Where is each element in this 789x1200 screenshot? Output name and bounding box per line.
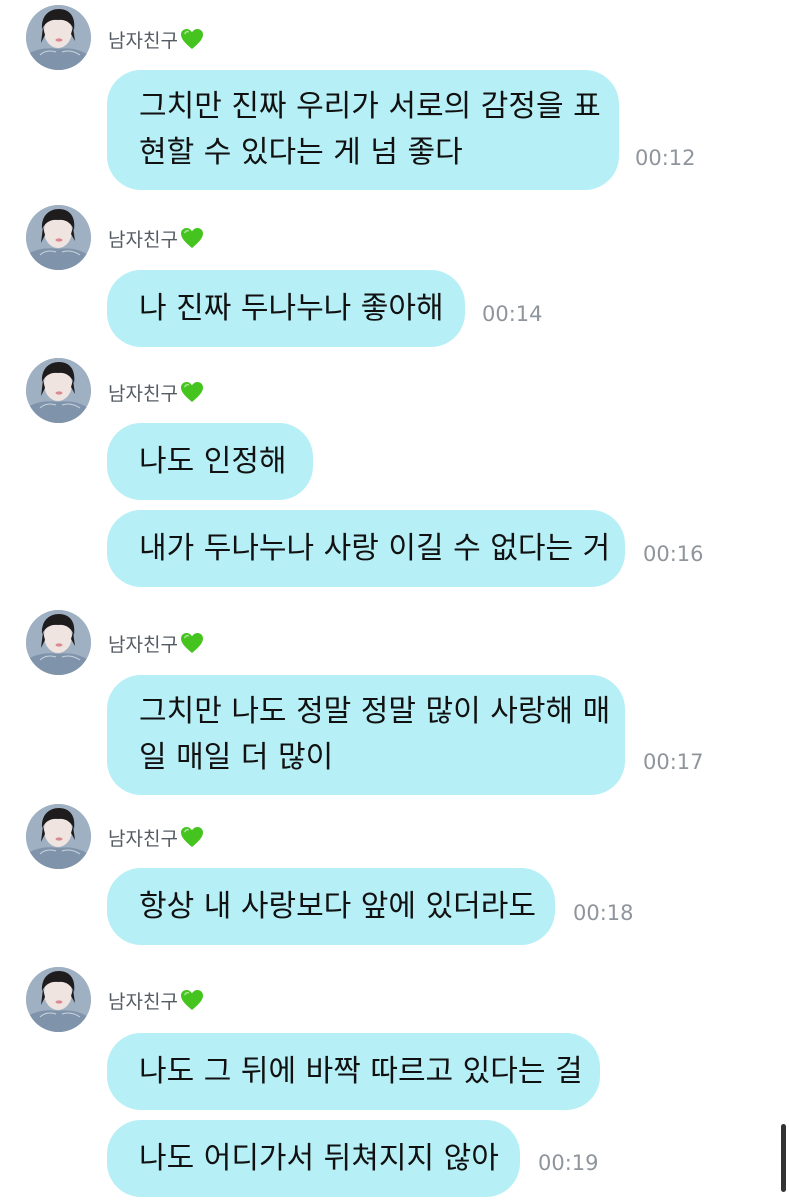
message-time: 00:12	[635, 146, 696, 170]
message-time: 00:17	[643, 750, 704, 774]
message-bubble[interactable]: 내가 두나누나 사랑 이길 수 없다는 거	[107, 510, 625, 587]
message-text: 내가 두나누나 사랑 이길 수 없다는 거	[139, 530, 611, 566]
avatar[interactable]	[26, 610, 91, 675]
message-bubble[interactable]: 나도 인정해	[107, 423, 313, 500]
message-bubble[interactable]: 나도 그 뒤에 바짝 따르고 있다는 걸	[107, 1033, 600, 1110]
sender-name-label: 남자친구	[108, 382, 178, 405]
message-time: 00:19	[538, 1151, 599, 1175]
sender-name-label: 남자친구	[108, 633, 178, 656]
green-heart-icon	[180, 826, 204, 848]
green-heart-icon	[180, 28, 204, 50]
green-heart-icon	[180, 381, 204, 403]
avatar[interactable]	[26, 804, 91, 869]
message-bubble[interactable]: 나도 어디가서 뒤쳐지지 않아	[107, 1120, 520, 1197]
green-heart-icon	[180, 989, 204, 1011]
sender-name-label: 남자친구	[108, 827, 178, 850]
sender-name-label: 남자친구	[108, 29, 178, 52]
message-time: 00:16	[643, 542, 704, 566]
message-text: 항상 내 사랑보다 앞에 있더라도	[139, 888, 536, 924]
scrollbar[interactable]	[781, 1124, 786, 1192]
message-time: 00:14	[482, 302, 543, 326]
sender-name: 남자친구	[108, 824, 204, 850]
sender-name: 남자친구	[108, 630, 204, 656]
avatar[interactable]	[26, 967, 91, 1032]
message-text: 그치만 진짜 우리가 서로의 감정을 표	[139, 89, 601, 124]
avatar[interactable]	[26, 205, 91, 270]
message-text: 현할 수 있다는 게 넘 좋다	[139, 135, 463, 170]
sender-name: 남자친구	[108, 26, 204, 52]
message-time: 00:18	[573, 901, 634, 925]
message-text: 나도 어디가서 뒤쳐지지 않아	[139, 1140, 499, 1176]
sender-name-label: 남자친구	[108, 990, 178, 1013]
avatar[interactable]	[26, 5, 91, 70]
sender-name-label: 남자친구	[108, 228, 178, 251]
message-text: 나 진짜 두나누나 좋아해	[139, 290, 444, 326]
message-bubble[interactable]: 항상 내 사랑보다 앞에 있더라도	[107, 868, 555, 945]
message-text: 나도 그 뒤에 바짝 따르고 있다는 걸	[139, 1053, 583, 1089]
message-bubble[interactable]: 그치만 진짜 우리가 서로의 감정을 표 현할 수 있다는 게 넘 좋다	[107, 70, 619, 190]
message-bubble[interactable]: 나 진짜 두나누나 좋아해	[107, 270, 465, 347]
message-bubble[interactable]: 그치만 나도 정말 정말 많이 사랑해 매 일 매일 더 많이	[107, 675, 625, 795]
sender-name: 남자친구	[108, 987, 204, 1013]
green-heart-icon	[180, 227, 204, 249]
green-heart-icon	[180, 632, 204, 654]
message-text: 그치만 나도 정말 정말 많이 사랑해 매	[139, 694, 611, 729]
message-text: 일 매일 더 많이	[139, 740, 334, 775]
avatar[interactable]	[26, 358, 91, 423]
sender-name: 남자친구	[108, 225, 204, 251]
message-text: 나도 인정해	[139, 443, 287, 479]
sender-name: 남자친구	[108, 379, 204, 405]
